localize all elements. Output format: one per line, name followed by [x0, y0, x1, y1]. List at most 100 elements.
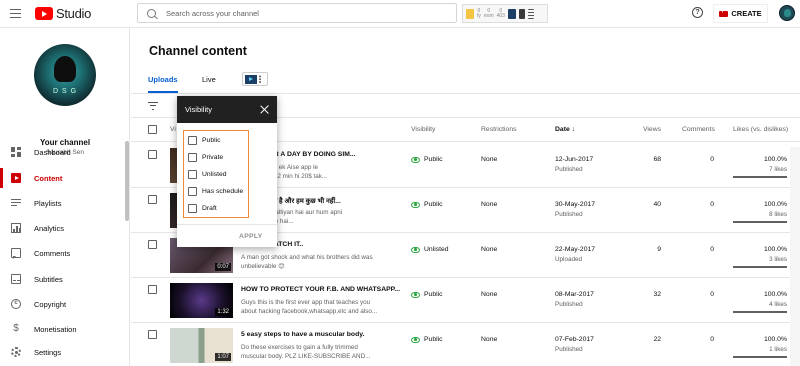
views-value: 40: [653, 201, 661, 208]
option-private[interactable]: Private: [188, 152, 223, 162]
sidebar-item-label: Content: [34, 173, 63, 183]
views-value: 22: [653, 336, 661, 343]
page-scroll-track[interactable]: [790, 147, 800, 366]
likes-count: 3 likes: [769, 256, 787, 263]
option-has-schedule[interactable]: Has schedule: [188, 186, 243, 196]
date-value: 22-May-2017: [555, 246, 596, 253]
sidebar-item-copyright[interactable]: c Copyright: [0, 294, 125, 314]
column-video: Vi: [170, 126, 176, 133]
apply-button[interactable]: APPLY: [239, 233, 263, 240]
option-draft[interactable]: Draft: [188, 203, 217, 213]
views-value: 9: [657, 246, 661, 253]
divider: [177, 224, 277, 225]
likes-bar: [733, 356, 787, 358]
ext-counter: 0 eom: [483, 7, 494, 19]
video-title[interactable]: HOW TO PROTECT YOUR F.B. AND WHATSAPP...: [241, 286, 400, 293]
sidebar-item-label: Subtitles: [34, 274, 63, 284]
extension-menu-icon[interactable]: [527, 8, 534, 19]
option-public[interactable]: Public: [188, 135, 221, 145]
tab-live[interactable]: Live: [202, 75, 216, 84]
help-icon[interactable]: ?: [692, 7, 703, 18]
filter-icon[interactable]: [148, 102, 158, 110]
checkbox[interactable]: [188, 186, 197, 196]
row-checkbox[interactable]: [148, 330, 157, 339]
row-checkbox[interactable]: [148, 240, 157, 249]
video-thumbnail[interactable]: 1:32: [170, 283, 233, 318]
table-row[interactable]: 1:32 HOW TO PROTECT YOUR F.B. AND WHATSA…: [131, 278, 800, 323]
video-title[interactable]: 5 easy steps to have a muscular body.: [241, 331, 364, 338]
visibility-value[interactable]: Public: [411, 156, 443, 163]
tab-uploads[interactable]: Uploads: [148, 75, 178, 84]
date-value: 07-Feb-2017: [555, 336, 594, 343]
date-status: Uploaded: [555, 256, 582, 263]
sidebar-scrollbar[interactable]: [125, 141, 129, 221]
checkbox[interactable]: [188, 169, 197, 179]
channel-avatar[interactable]: [34, 44, 96, 106]
extension-play-icon[interactable]: [507, 8, 516, 19]
account-avatar[interactable]: [779, 5, 795, 21]
restrictions-value: None: [481, 246, 498, 253]
sidebar-item-dashboard[interactable]: Dashboard: [0, 142, 125, 162]
extension-toolbar[interactable]: 0 fy 0 eom 0 403: [462, 4, 548, 23]
comments-value: 0: [710, 336, 714, 343]
close-icon[interactable]: [260, 105, 269, 114]
extension-bar-icon[interactable]: [518, 8, 525, 19]
sidebar: Your channel Saurabh Sen Dashboard Conte…: [0, 28, 130, 366]
option-label: Public: [202, 136, 221, 144]
date-value: 12-Jun-2017: [555, 156, 594, 163]
row-checkbox[interactable]: [148, 150, 157, 159]
column-restrictions[interactable]: Restrictions: [481, 126, 517, 133]
sidebar-item-subtitles[interactable]: Subtitles: [0, 269, 125, 289]
likes-bar-fill: [733, 176, 787, 178]
sidebar-item-comments[interactable]: Comments: [0, 243, 125, 263]
visibility-value[interactable]: Public: [411, 336, 443, 343]
visibility-value[interactable]: Unlisted: [411, 246, 449, 253]
playlists-icon: [11, 198, 21, 208]
more-vert-icon[interactable]: [259, 75, 261, 83]
visibility-value[interactable]: Public: [411, 201, 443, 208]
eye-icon: [411, 156, 420, 163]
youtube-logo-icon: [35, 7, 53, 20]
checkbox[interactable]: [188, 135, 197, 145]
page-title: Channel content: [149, 44, 247, 58]
likes-percent: 100.0%: [763, 336, 787, 343]
extension-tab-button[interactable]: [242, 72, 268, 86]
video-description: Do these exercises to gain a fully trimm…: [241, 344, 371, 360]
date-status: Published: [555, 211, 583, 218]
checkbox[interactable]: [188, 203, 197, 213]
create-button[interactable]: CREATE: [713, 4, 768, 23]
video-thumbnail[interactable]: 1:07: [170, 328, 233, 363]
column-views[interactable]: Views: [643, 126, 661, 133]
column-date[interactable]: Date ↓: [555, 126, 575, 133]
checkbox[interactable]: [188, 152, 197, 162]
likes-percent: 100.0%: [763, 201, 787, 208]
sidebar-item-playlists[interactable]: Playlists: [0, 193, 125, 213]
likes-bar: [733, 221, 787, 223]
menu-icon[interactable]: [10, 9, 21, 18]
subtitles-icon: [11, 274, 21, 284]
views-value: 68: [653, 156, 661, 163]
column-likes[interactable]: Likes (vs. dislikes): [733, 126, 788, 133]
sidebar-item-analytics[interactable]: Analytics: [0, 218, 125, 238]
select-all-checkbox[interactable]: [148, 125, 157, 134]
sidebar-item-content[interactable]: Content: [0, 168, 125, 188]
sidebar-item-monetisation[interactable]: $ Monetisation: [0, 319, 125, 339]
option-unlisted[interactable]: Unlisted: [188, 169, 227, 179]
option-label: Unlisted: [202, 170, 227, 178]
video-camera-icon: [719, 8, 729, 17]
search-input[interactable]: [166, 8, 446, 18]
video-duration: 1:07: [215, 353, 231, 361]
sidebar-item-settings[interactable]: Settings: [0, 342, 125, 362]
row-checkbox[interactable]: [148, 195, 157, 204]
date-status: Published: [555, 301, 583, 308]
content-icon: [11, 173, 21, 183]
column-comments[interactable]: Comments: [682, 126, 715, 133]
visibility-value[interactable]: Public: [411, 291, 443, 298]
studio-logo[interactable]: Studio: [35, 6, 91, 21]
table-row[interactable]: 1:07 5 easy steps to have a muscular bod…: [131, 323, 800, 366]
column-visibility[interactable]: Visibility: [411, 126, 435, 133]
search-box[interactable]: [137, 3, 457, 23]
row-checkbox[interactable]: [148, 285, 157, 294]
extension-chip-icon[interactable]: [466, 8, 474, 19]
likes-percent: 100.0%: [763, 156, 787, 163]
